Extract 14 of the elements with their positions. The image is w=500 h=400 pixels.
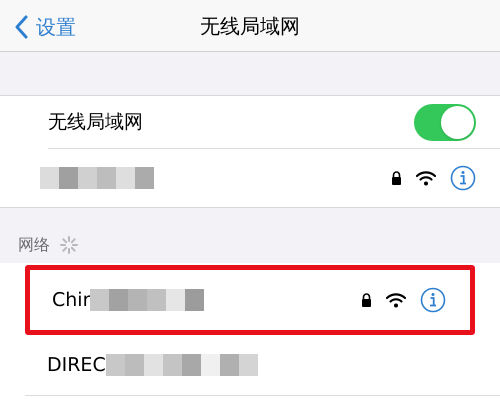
lock-icon <box>391 171 402 185</box>
chevron-left-icon <box>14 15 28 39</box>
wifi-label: 无线局域网 <box>48 110 143 135</box>
network-name: DIREC <box>47 352 106 378</box>
network-name: Chir <box>52 288 90 313</box>
wifi-icon <box>386 292 406 308</box>
back-button[interactable]: 设置 <box>14 12 76 42</box>
info-icon[interactable] <box>420 287 446 313</box>
section-header: 网络 <box>18 234 50 256</box>
lock-icon <box>361 293 372 307</box>
wifi-switch[interactable] <box>414 104 476 140</box>
page-title: 无线局域网 <box>200 12 300 40</box>
wifi-icon <box>416 170 436 186</box>
info-icon[interactable] <box>450 165 476 191</box>
